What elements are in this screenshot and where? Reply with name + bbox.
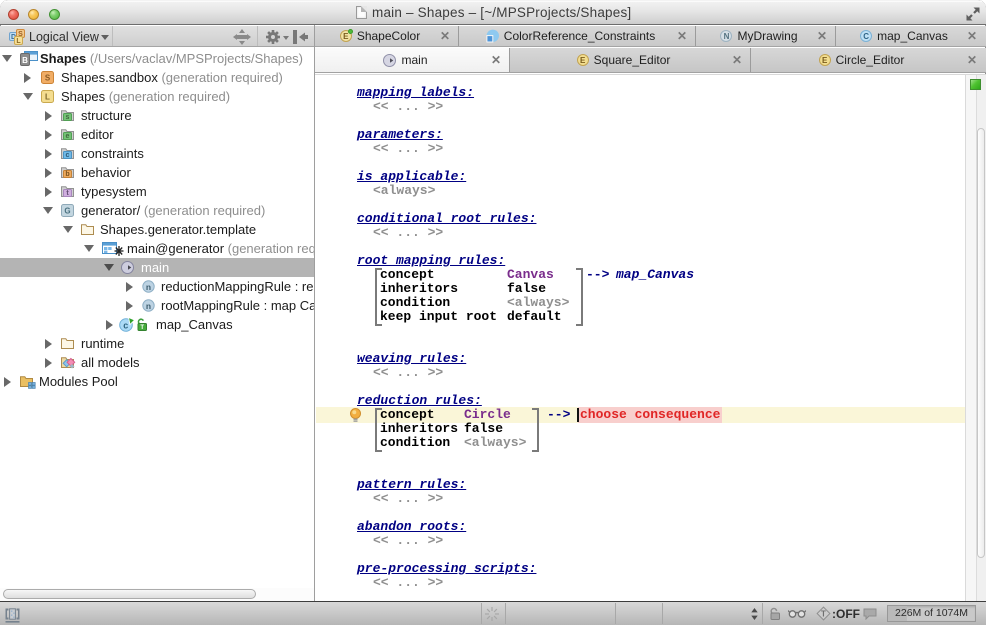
svg-text:c: c [123, 320, 128, 330]
svg-text:G: G [64, 207, 70, 216]
svg-text:s: s [66, 114, 70, 121]
svg-text:b: b [65, 171, 69, 178]
svg-text:n: n [146, 301, 151, 311]
svg-text:c: c [66, 152, 70, 159]
svg-text:B: B [22, 56, 28, 65]
svg-text:T: T [140, 325, 144, 331]
svg-text:L: L [16, 38, 21, 45]
svg-text:T: T [821, 610, 826, 619]
svg-text:S: S [45, 74, 51, 83]
svg-text:L: L [45, 93, 50, 102]
svg-text:n: n [146, 282, 151, 292]
svg-text:e: e [66, 133, 70, 140]
